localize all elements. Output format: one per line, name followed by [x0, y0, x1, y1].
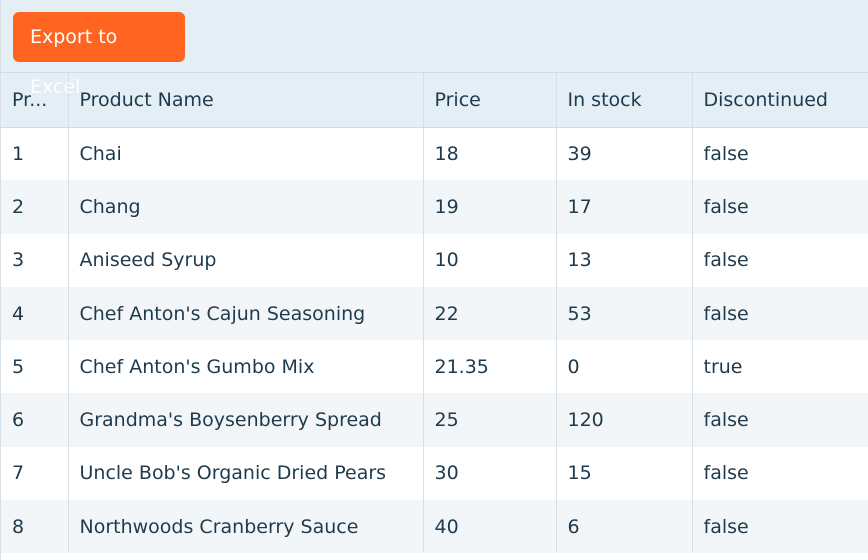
cell-discontinued[interactable]: false [691, 127, 868, 181]
table-row[interactable]: 7 Uncle Bob's Organic Dried Pears 30 15 fals… [1, 446, 868, 501]
cell-price[interactable]: 21.35 [422, 340, 556, 394]
cell-product-name[interactable]: Uncle Bob's Organic Dried Pears [67, 446, 423, 501]
table-row[interactable]: 6 Grandma's Boysenberry Spread 25 120 false [1, 393, 868, 447]
cell-discontinued[interactable]: true [691, 340, 868, 394]
cell-in-stock[interactable]: 17 [555, 180, 692, 234]
table-row[interactable]: 4 Chef Anton's Cajun Seasoning 22 53 false [1, 286, 868, 341]
products-table: Pr... Product Name Price In stock Discon… [1, 73, 868, 554]
table-row[interactable]: 5 Chef Anton's Gumbo Mix 21.35 0 true [1, 340, 868, 394]
cell-product-id[interactable]: 4 [1, 286, 68, 341]
cell-in-stock[interactable]: 15 [555, 446, 692, 501]
cell-product-name[interactable]: Grandma's Boysenberry Spread [67, 393, 423, 447]
cell-in-stock[interactable]: 0 [555, 340, 692, 394]
cell-product-id[interactable]: 6 [1, 393, 68, 447]
cell-product-name[interactable]: Chef Anton's Cajun Seasoning [67, 286, 423, 341]
cell-discontinued[interactable]: false [691, 233, 868, 287]
column-header-price[interactable]: Price [422, 73, 556, 128]
cell-product-name[interactable]: Chai [67, 127, 423, 181]
cell-discontinued[interactable]: false [691, 446, 868, 501]
cell-in-stock[interactable]: 39 [555, 127, 692, 181]
cell-price[interactable]: 40 [422, 500, 556, 554]
cell-product-id[interactable]: 5 [1, 340, 68, 394]
product-grid: Export to Excel Pr... Product Name Price… [0, 0, 868, 560]
cell-discontinued[interactable]: false [691, 500, 868, 554]
cell-price[interactable]: 19 [422, 180, 556, 234]
cell-product-id[interactable]: 1 [1, 127, 68, 181]
cell-in-stock[interactable]: 13 [555, 233, 692, 287]
cell-in-stock[interactable]: 6 [555, 500, 692, 554]
cell-discontinued[interactable]: false [691, 180, 868, 234]
cell-product-id[interactable]: 7 [1, 446, 68, 501]
table-row[interactable]: 1 Chai 18 39 false [1, 127, 868, 181]
cell-product-name[interactable]: Chef Anton's Gumbo Mix [67, 340, 423, 394]
cell-price[interactable]: 10 [422, 233, 556, 287]
cell-in-stock[interactable]: 120 [555, 393, 692, 447]
cell-in-stock[interactable]: 53 [555, 286, 692, 341]
cell-discontinued[interactable]: false [691, 393, 868, 447]
cell-product-id[interactable]: 8 [1, 500, 68, 554]
table-row[interactable]: 2 Chang 19 17 false [1, 180, 868, 234]
column-header-in-stock[interactable]: In stock [555, 73, 692, 128]
cell-price[interactable]: 18 [422, 127, 556, 181]
cell-product-name[interactable]: Aniseed Syrup [67, 233, 423, 287]
table-body: 1 Chai 18 39 false 2 Chang 19 17 false 3 Aniseed Sy… [1, 127, 868, 554]
cell-product-id[interactable]: 2 [1, 180, 68, 234]
cell-price[interactable]: 25 [422, 393, 556, 447]
table-row[interactable]: 8 Northwoods Cranberry Sauce 40 6 false [1, 500, 868, 554]
cell-product-id[interactable]: 3 [1, 233, 68, 287]
grid-toolbar: Export to Excel [1, 0, 868, 98]
cell-price[interactable]: 22 [422, 286, 556, 341]
cell-discontinued[interactable]: false [691, 286, 868, 341]
cell-product-name[interactable]: Northwoods Cranberry Sauce [67, 500, 423, 554]
column-header-discontinued[interactable]: Discontinued [691, 73, 868, 128]
cell-price[interactable]: 30 [422, 446, 556, 501]
table-row[interactable]: 3 Aniseed Syrup 10 13 false [1, 233, 868, 287]
export-to-excel-button[interactable]: Export to Excel [13, 12, 185, 98]
cell-product-name[interactable]: Chang [67, 180, 423, 234]
